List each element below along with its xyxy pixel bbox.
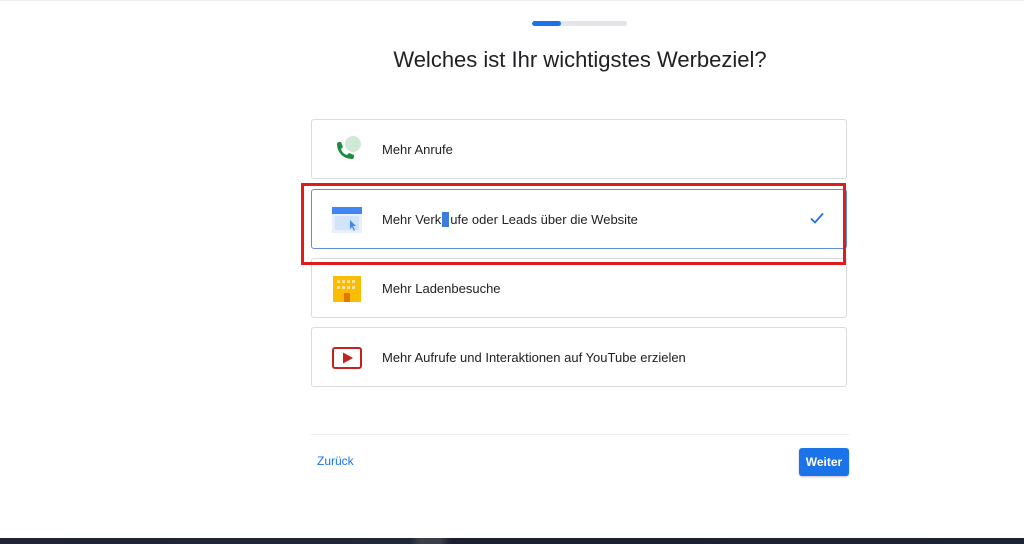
footer-divider <box>311 434 849 435</box>
option-store-visits-label: Mehr Ladenbesuche <box>382 280 501 296</box>
top-divider <box>0 0 1024 1</box>
option-store-visits[interactable]: Mehr Ladenbesuche <box>311 258 847 318</box>
option-website-label-part1: Mehr Verk <box>382 211 442 227</box>
website-icon <box>331 205 363 235</box>
option-website[interactable]: Mehr Verk ufe oder Leads über die Website <box>311 189 847 249</box>
option-website-label-part2: ufe oder Leads über die Website <box>450 211 638 227</box>
back-button[interactable]: Zurück <box>317 454 354 468</box>
page-title: Welches ist Ihr wichtigstes Werbeziel? <box>393 47 767 72</box>
option-calls[interactable]: Mehr Anrufe <box>311 119 847 179</box>
option-youtube-label: Mehr Aufrufe und Interaktionen auf YouTu… <box>382 349 686 365</box>
text-cursor-selection <box>442 211 450 227</box>
checkmark-icon <box>808 209 826 227</box>
option-calls-label: Mehr Anrufe <box>382 141 453 157</box>
progress-bar-fill <box>532 21 561 26</box>
phone-icon <box>331 135 363 165</box>
progress-bar <box>532 21 627 26</box>
option-website-label: Mehr Verk ufe oder Leads über die Website <box>382 190 638 248</box>
store-icon <box>331 274 363 304</box>
option-youtube[interactable]: Mehr Aufrufe und Interaktionen auf YouTu… <box>311 327 847 387</box>
next-button[interactable]: Weiter <box>799 448 849 476</box>
taskbar-strip <box>0 538 1024 544</box>
youtube-play-icon <box>331 343 363 373</box>
